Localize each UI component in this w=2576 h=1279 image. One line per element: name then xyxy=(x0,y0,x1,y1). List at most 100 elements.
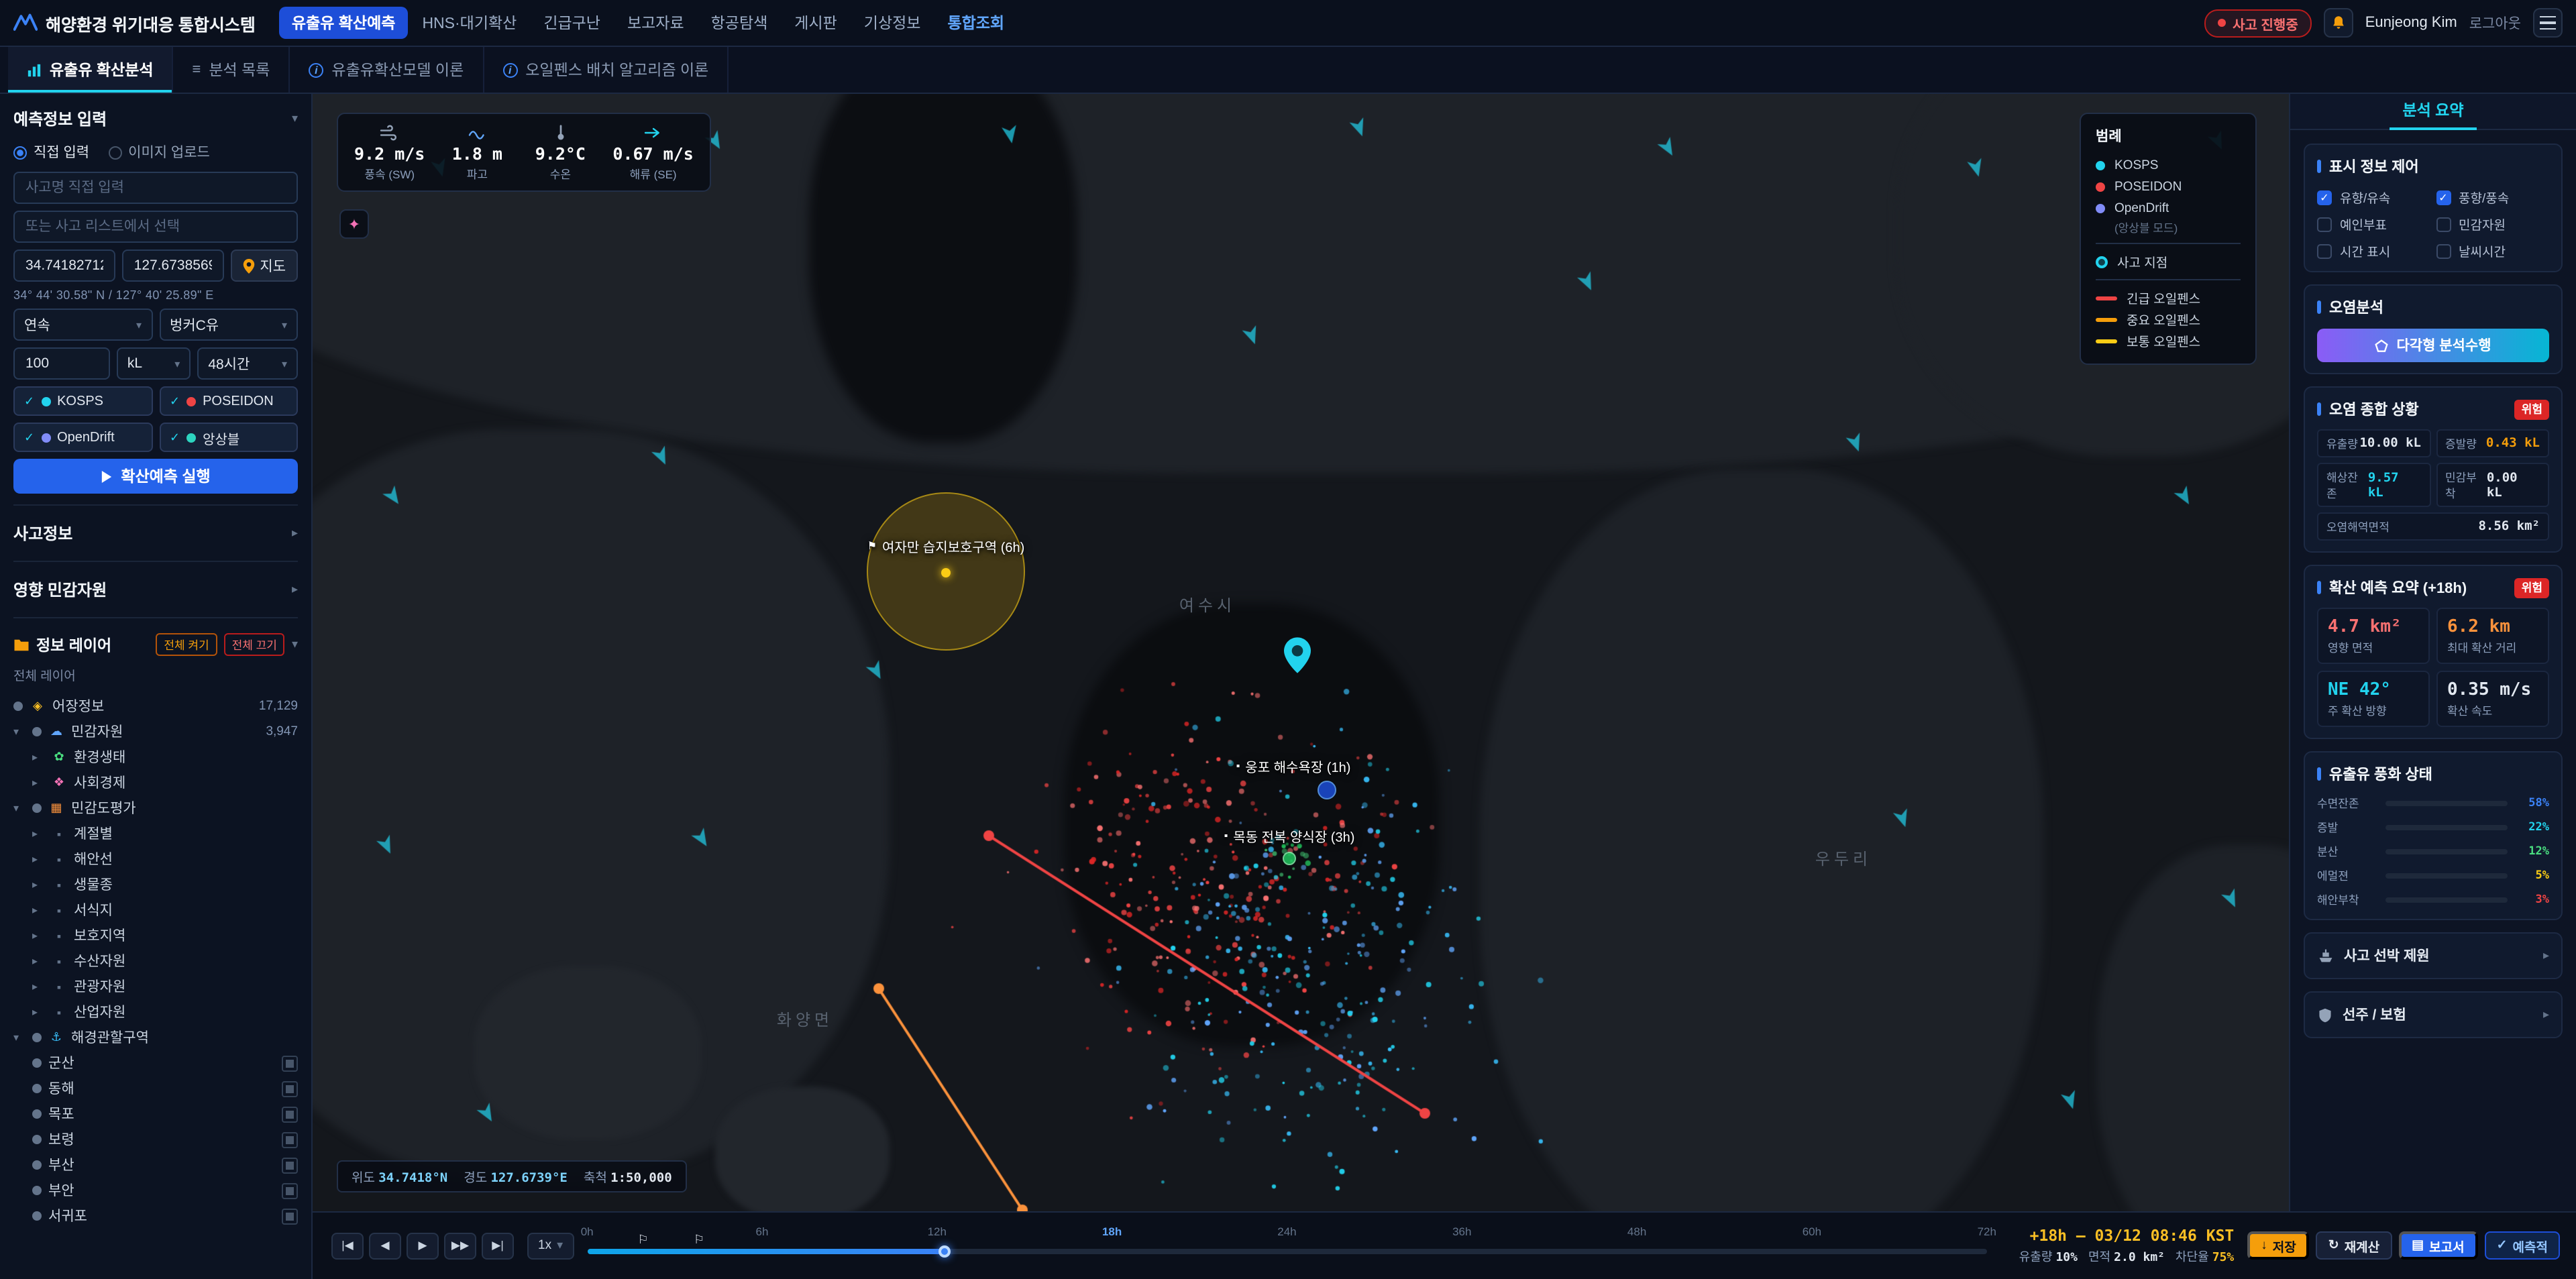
layer-tree-row[interactable]: 목포 xyxy=(32,1101,298,1127)
model-chip[interactable]: ✓ KOSPS xyxy=(13,386,152,416)
duration-select[interactable]: 48시간 ▾ xyxy=(197,347,298,380)
layer-map-button[interactable] xyxy=(282,1080,298,1097)
nav-item[interactable]: 보고자료 xyxy=(615,7,696,39)
layer-tree-row[interactable]: 부산 xyxy=(32,1152,298,1178)
play[interactable]: ▶ xyxy=(407,1232,439,1259)
timeline-thumb[interactable] xyxy=(938,1245,951,1257)
polygon-analysis-button[interactable]: 다각형 분석수행 xyxy=(2317,329,2549,362)
layer-tree-row[interactable]: ▸ ▪ 관광자원 xyxy=(32,974,298,999)
model-chip[interactable]: ✓ POSEIDON xyxy=(159,386,298,416)
action-button[interactable]: ↻ 재계산 xyxy=(2316,1231,2392,1260)
display-checkbox[interactable]: ✓ 풍향/풍속 xyxy=(2436,188,2549,207)
fast-forward[interactable]: ▶▶ xyxy=(444,1232,476,1259)
oil-type-select[interactable]: 벙커C유 ▾ xyxy=(159,309,298,341)
owner-insurance-section[interactable]: 선주 / 보험 ▸ xyxy=(2304,991,2563,1038)
tab-item[interactable]: i 유출유확산모델 이론 xyxy=(290,47,484,93)
accident-location-pin[interactable] xyxy=(1284,637,1311,680)
display-checkbox[interactable]: ✓ 시간 표시 xyxy=(2317,241,2430,260)
layer-tree-row[interactable]: ▸ ✿ 환경생태 xyxy=(32,744,298,770)
layer-map-button[interactable] xyxy=(282,1157,298,1173)
layer-map-button[interactable] xyxy=(282,1208,298,1224)
radio-image-upload[interactable]: 이미지 업로드 xyxy=(108,142,210,162)
layer-tree-row[interactable]: ▸ ▪ 수산자원 xyxy=(32,948,298,974)
layer-toggle-dot[interactable] xyxy=(13,702,23,711)
layer-tree-row[interactable]: 군산 xyxy=(32,1050,298,1076)
unit-select[interactable]: kL ▾ xyxy=(116,347,191,380)
ship-spec-section[interactable]: 사고 선박 제원 ▸ xyxy=(2304,932,2563,979)
skip-start[interactable]: |◀ xyxy=(331,1232,364,1259)
layer-tree-row[interactable]: ▸ ▪ 산업자원 xyxy=(32,999,298,1025)
timeline-track[interactable]: ⚐ ⚐ xyxy=(587,1232,1987,1257)
hamburger-menu-button[interactable] xyxy=(2533,8,2563,38)
tab-item[interactable]: i 유출유 확산분석 xyxy=(8,47,174,93)
nav-item[interactable]: 게시판 xyxy=(782,7,849,39)
layer-toggle-dot[interactable] xyxy=(32,727,42,736)
layer-tree-row[interactable]: ▾ ☁ 민감자원 3,947 xyxy=(13,719,298,744)
accident-name-input[interactable] xyxy=(13,172,298,204)
layer-toggle-dot[interactable] xyxy=(32,1186,42,1195)
display-checkbox[interactable]: ✓ 예인부표 xyxy=(2317,215,2430,233)
layer-toggle-dot[interactable] xyxy=(32,1109,42,1119)
layer-tree-row[interactable]: 동해 xyxy=(32,1076,298,1101)
nav-item[interactable]: 기상정보 xyxy=(852,7,933,39)
layer-toggle-dot[interactable] xyxy=(32,803,42,813)
tab-item[interactable]: ≡ i 분석 목록 xyxy=(174,47,290,93)
tab-item[interactable]: i 오일펜스 배치 알고리즘 이론 xyxy=(484,47,729,93)
radio-direct-input[interactable]: 직접 입력 xyxy=(13,142,89,162)
layer-map-button[interactable] xyxy=(282,1131,298,1148)
layer-tree-row[interactable]: ▸ ▪ 생물종 xyxy=(32,872,298,897)
layer-tree-row[interactable]: ▸ ▪ 계절별 xyxy=(32,821,298,846)
display-checkbox[interactable]: ✓ 날씨시간 xyxy=(2436,241,2549,260)
layer-map-button[interactable] xyxy=(282,1055,298,1071)
impact-resources-section[interactable]: 영향 민감자원 ▸ xyxy=(13,573,298,606)
layer-tree-row[interactable]: 서귀포 xyxy=(32,1203,298,1229)
summary-tab-header[interactable]: 분석 요약 xyxy=(2290,94,2576,130)
skip-end[interactable]: ▶| xyxy=(482,1232,514,1259)
layer-tree-row[interactable]: ▾ ▦ 민감도평가 xyxy=(13,795,298,821)
layer-tree-row[interactable]: ▸ ▪ 서식지 xyxy=(32,897,298,923)
nav-item[interactable]: 유출유 확산예측 xyxy=(279,7,408,39)
map-viewport[interactable]: 여수시 화양면 우두리 ⚑ 여자만 습지보호구역 (6h) ▪ 웅포 해수욕장 … xyxy=(313,94,2289,1211)
nav-item[interactable]: HNS·대기확산 xyxy=(410,7,529,39)
layer-tree-row[interactable]: 부안 xyxy=(32,1178,298,1203)
marker-dot[interactable] xyxy=(1318,781,1336,799)
layer-tree-row[interactable]: 보령 xyxy=(32,1127,298,1152)
layer-map-button[interactable] xyxy=(282,1106,298,1122)
longitude-input[interactable] xyxy=(121,249,224,282)
latitude-input[interactable] xyxy=(13,249,115,282)
layer-toggle-dot[interactable] xyxy=(32,1058,42,1068)
action-button[interactable]: ✓ 예측적 xyxy=(2484,1231,2560,1260)
model-chip[interactable]: ✓ OpenDrift xyxy=(13,423,152,452)
layer-tree-row[interactable]: ◈ 어장정보 17,129 xyxy=(13,693,298,719)
layer-toggle-dot[interactable] xyxy=(32,1211,42,1221)
spill-type-select[interactable]: 연속 ▾ xyxy=(13,309,152,341)
model-chip[interactable]: ✓ 앙상블 xyxy=(159,423,298,452)
display-checkbox[interactable]: ✓ 민감자원 xyxy=(2436,215,2549,233)
layers-all-off-button[interactable]: 전체 끄기 xyxy=(223,633,285,656)
layer-tree-row[interactable]: ▸ ❖ 사회경제 xyxy=(32,770,298,795)
display-checkbox[interactable]: ✓ 유향/유속 xyxy=(2317,188,2430,207)
layer-map-button[interactable] xyxy=(282,1182,298,1199)
accident-info-section[interactable]: 사고정보 ▸ xyxy=(13,516,298,550)
notifications-button[interactable] xyxy=(2323,8,2353,38)
layer-tree-row[interactable]: ▸ ▪ 해안선 xyxy=(32,846,298,872)
step-back[interactable]: ◀ xyxy=(369,1232,401,1259)
marker-dot[interactable] xyxy=(1283,852,1296,865)
layer-tree-row[interactable]: ▸ ▪ 보호지역 xyxy=(32,923,298,948)
pick-on-map-button[interactable]: 지도 xyxy=(230,249,299,282)
predict-input-header[interactable]: 예측정보 입력 ▾ xyxy=(13,105,298,134)
action-button[interactable]: ▤ 보고서 xyxy=(2398,1231,2478,1260)
spill-amount-input[interactable] xyxy=(13,347,110,380)
playback-speed-select[interactable]: 1x ▾ xyxy=(527,1232,574,1259)
draw-tool-button[interactable]: ✦ xyxy=(339,209,369,239)
layer-toggle-dot[interactable] xyxy=(32,1084,42,1093)
layer-toggle-dot[interactable] xyxy=(32,1160,42,1170)
run-prediction-button[interactable]: 확산예측 실행 xyxy=(13,459,298,494)
layer-toggle-dot[interactable] xyxy=(32,1135,42,1144)
layer-tree-row[interactable]: ▾ ⚓ 해경관할구역 xyxy=(13,1025,298,1050)
logout-button[interactable]: 로그아웃 xyxy=(2469,13,2521,33)
action-button[interactable]: ↓ 저장 xyxy=(2247,1231,2310,1260)
nav-item[interactable]: 항공탐색 xyxy=(699,7,780,39)
layer-toggle-dot[interactable] xyxy=(32,1033,42,1042)
accident-list-input[interactable] xyxy=(13,211,298,243)
